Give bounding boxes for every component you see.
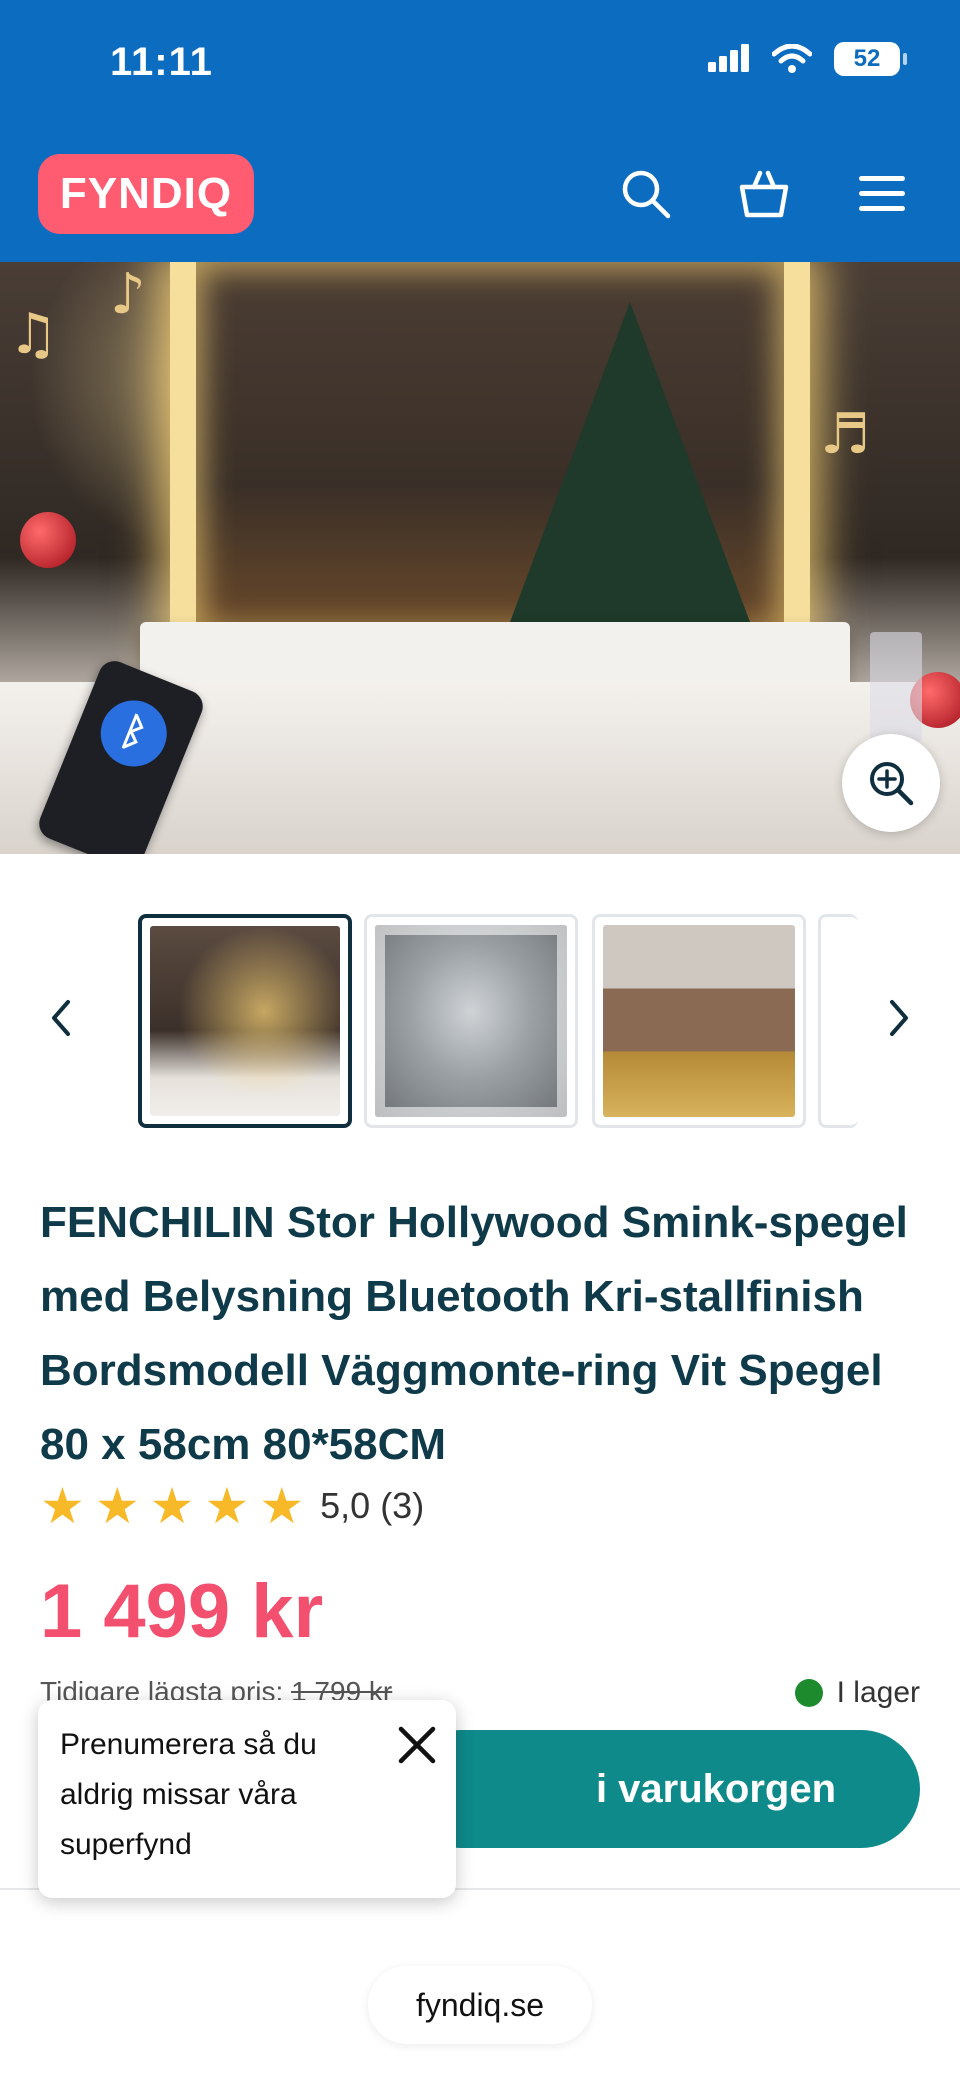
menu-icon (859, 176, 905, 211)
product-price: 1 499 kr (40, 1569, 324, 1654)
music-note-icon: ♪ (110, 262, 146, 327)
cart-button[interactable] (734, 164, 794, 224)
menu-button[interactable] (852, 164, 912, 224)
star-icon: ★ (40, 1477, 85, 1535)
popup-close-button[interactable] (392, 1720, 442, 1770)
thumbnail-1[interactable] (138, 914, 352, 1128)
prev-image-button[interactable] (30, 978, 90, 1058)
product-main-image[interactable]: ♫ ♪ ♬ ᛒ (0, 262, 960, 854)
music-note-icon: ♬ (820, 402, 871, 467)
star-icon: ★ (149, 1477, 195, 1535)
signal-icon (708, 44, 749, 72)
ornament (20, 512, 76, 568)
next-image-button[interactable] (870, 978, 930, 1058)
thumbnail-image (150, 926, 340, 1116)
chevron-left-icon (52, 1000, 70, 1036)
star-icon: ★ (94, 1477, 140, 1535)
battery-indicator: 52 (834, 42, 907, 76)
fyndiq-logo[interactable]: FYNDIQ (38, 154, 254, 234)
product-title: FENCHILIN Stor Hollywood Smink-spegel me… (40, 1198, 908, 1469)
subscribe-popup[interactable]: Prenumerera så du aldrig missar våra sup… (38, 1700, 456, 1898)
add-to-cart-button[interactable]: i varukorgen (402, 1730, 920, 1848)
rating-stars: ★ ★ ★ ★ ★ (40, 1481, 304, 1531)
stock-label: I lager (836, 1676, 920, 1709)
star-icon: ★ (259, 1477, 305, 1535)
status-time: 11:11 (110, 40, 213, 84)
stock-status: I lager (794, 1676, 920, 1710)
thumbnail-image (375, 925, 567, 1117)
zoom-button[interactable] (842, 734, 940, 832)
subscribe-popup-text: Prenumerera så du aldrig missar våra sup… (60, 1728, 317, 1861)
music-note-icon: ♫ (8, 302, 59, 367)
product-rating[interactable]: ★ ★ ★ ★ ★ 5,0 (3) (40, 1478, 424, 1534)
search-icon (622, 170, 671, 219)
star-icon: ★ (204, 1477, 250, 1535)
thumbnail-strip (0, 910, 960, 1128)
close-icon (398, 1726, 436, 1764)
bluetooth-icon: ᛒ (90, 690, 177, 777)
rating-value: 5,0 (320, 1485, 371, 1526)
in-stock-dot (794, 1679, 823, 1707)
thumbnail-4-partial[interactable] (818, 914, 858, 1128)
search-button[interactable] (616, 164, 676, 224)
christmas-tree (510, 302, 750, 622)
top-bar: 11:11 52 FYNDIQ (0, 0, 960, 262)
rating-count: (3) (380, 1485, 425, 1526)
thumbnail-2[interactable] (364, 914, 578, 1128)
wifi-icon (772, 44, 812, 73)
brush-cup (870, 632, 922, 742)
status-icons: 52 (708, 42, 907, 76)
zoom-in-icon (870, 762, 914, 806)
thumbnail-image (603, 925, 795, 1117)
thumbnail-3[interactable] (592, 914, 806, 1128)
browser-url-bar[interactable]: fyndiq.se (368, 1966, 592, 2044)
chevron-right-icon (890, 1000, 908, 1036)
add-to-cart-label: i varukorgen (595, 1766, 837, 1811)
cart-icon (739, 170, 789, 218)
